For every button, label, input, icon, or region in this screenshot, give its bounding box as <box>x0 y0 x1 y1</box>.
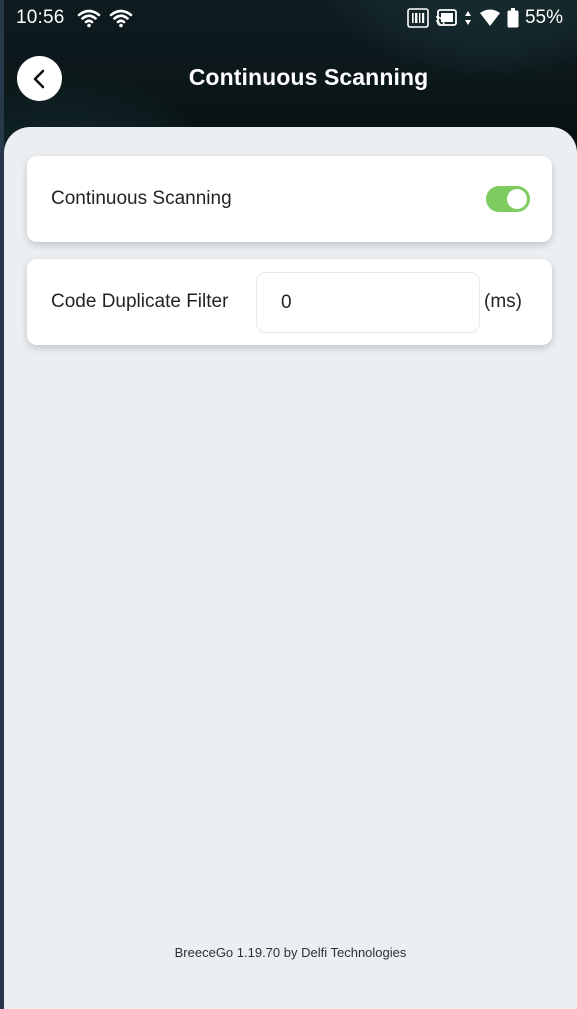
cast-icon <box>435 9 457 27</box>
app-version-footer: BreeceGo 1.19.70 by Delfi Technologies <box>174 945 407 960</box>
continuous-scanning-toggle[interactable] <box>486 186 530 212</box>
wifi-icon <box>109 8 133 28</box>
status-time: 10:56 <box>16 7 65 28</box>
page-title: Continuous Scanning <box>188 64 429 90</box>
duplicate-filter-unit: (ms) <box>484 291 522 312</box>
back-button[interactable] <box>17 56 62 101</box>
battery-icon <box>507 8 519 28</box>
duplicate-filter-card: Code Duplicate Filter (ms) <box>27 259 552 345</box>
battery-percent: 55% <box>524 7 563 28</box>
barcode-icon <box>407 8 429 28</box>
duplicate-filter-label: Code Duplicate Filter <box>51 291 229 312</box>
settings-panel: Continuous Scanning Code Duplicate Filte… <box>4 127 577 1009</box>
signal-icon <box>463 9 473 27</box>
continuous-scanning-label: Continuous Scanning <box>51 188 232 209</box>
duplicate-filter-input[interactable] <box>256 272 480 333</box>
continuous-scanning-card: Continuous Scanning <box>27 156 552 242</box>
wifi-icon <box>77 8 101 28</box>
wifi-filled-icon <box>479 9 501 27</box>
chevron-left-icon <box>29 68 51 90</box>
status-bar: 10:56 55% <box>0 0 577 36</box>
toggle-knob <box>507 189 527 209</box>
